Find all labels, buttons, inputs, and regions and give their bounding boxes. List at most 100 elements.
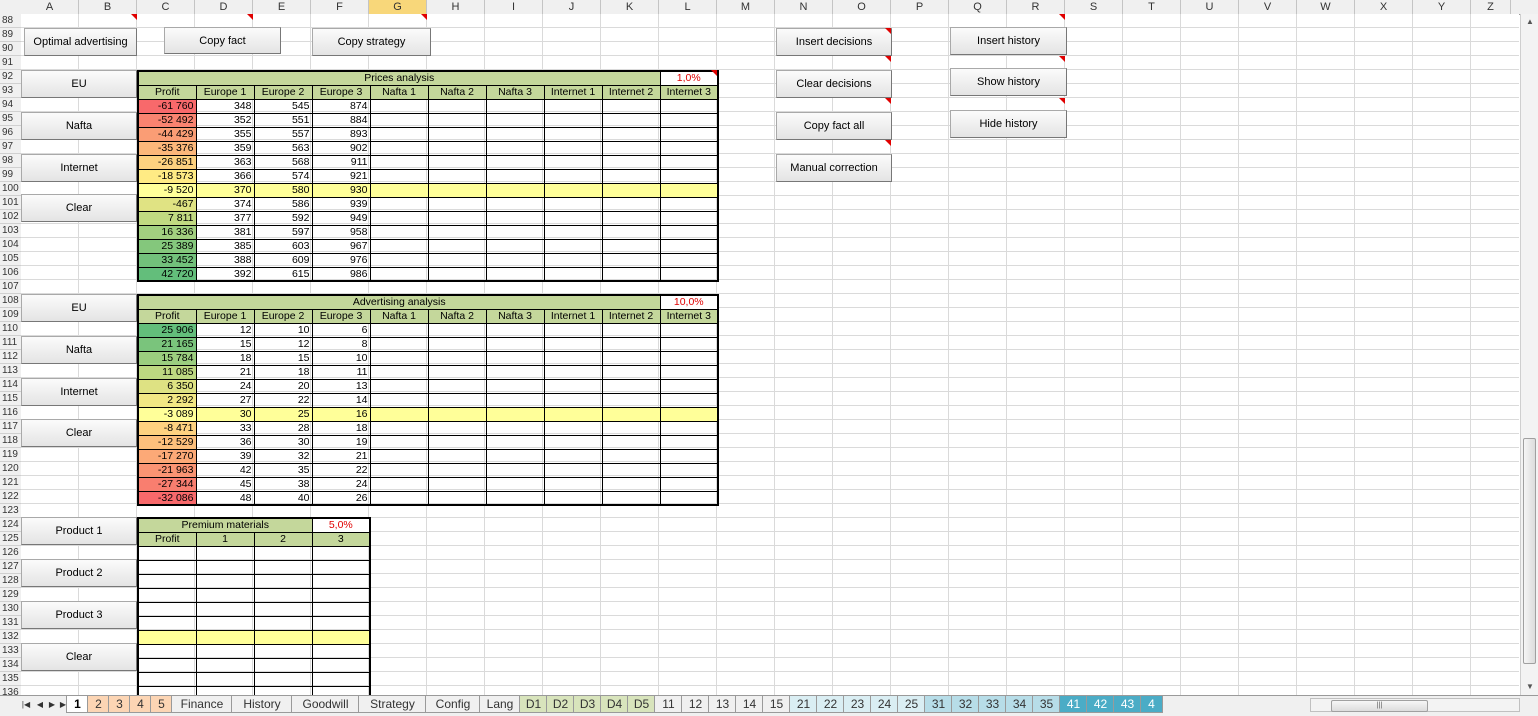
profit-cell[interactable] bbox=[137, 657, 197, 673]
value-cell[interactable]: 586 bbox=[253, 196, 313, 212]
horizontal-scrollbar[interactable]: ||| bbox=[1310, 698, 1520, 712]
value-cell[interactable] bbox=[601, 98, 661, 114]
row-header[interactable]: 134 bbox=[0, 658, 21, 672]
sheet-tab-33[interactable]: 33 bbox=[978, 696, 1007, 713]
value-cell[interactable] bbox=[195, 559, 255, 575]
value-cell[interactable] bbox=[195, 629, 255, 645]
value-cell[interactable]: 976 bbox=[311, 252, 371, 268]
value-cell[interactable]: 35 bbox=[253, 462, 313, 478]
value-cell[interactable]: 603 bbox=[253, 238, 313, 254]
profit-cell[interactable] bbox=[137, 615, 197, 631]
sheet-tab-41[interactable]: 41 bbox=[1059, 696, 1088, 713]
percent-step[interactable]: 10,0% bbox=[659, 294, 719, 310]
profit-cell[interactable]: -9 520 bbox=[137, 182, 197, 198]
column-header-s[interactable]: S bbox=[1065, 0, 1123, 14]
value-cell[interactable] bbox=[543, 322, 603, 338]
column-header-v[interactable]: V bbox=[1239, 0, 1297, 14]
row-header[interactable]: 115 bbox=[0, 392, 21, 406]
sheet-tab-11[interactable]: 11 bbox=[654, 696, 683, 713]
profit-cell[interactable] bbox=[137, 671, 197, 687]
value-cell[interactable] bbox=[485, 238, 545, 254]
value-cell[interactable] bbox=[659, 238, 719, 254]
profit-cell[interactable] bbox=[137, 545, 197, 561]
value-cell[interactable] bbox=[427, 98, 487, 114]
value-cell[interactable] bbox=[659, 112, 719, 128]
value-cell[interactable]: 39 bbox=[195, 448, 255, 464]
sheet-tab-21[interactable]: 21 bbox=[789, 696, 818, 713]
value-cell[interactable] bbox=[427, 392, 487, 408]
value-cell[interactable]: 8 bbox=[311, 336, 371, 352]
value-cell[interactable] bbox=[253, 629, 313, 645]
value-cell[interactable] bbox=[253, 615, 313, 631]
column-header-r[interactable]: R bbox=[1007, 0, 1065, 14]
value-cell[interactable]: 392 bbox=[195, 266, 255, 282]
profit-cell[interactable] bbox=[137, 601, 197, 617]
value-cell[interactable] bbox=[427, 336, 487, 352]
profit-cell[interactable]: 2 292 bbox=[137, 392, 197, 408]
column-header-j[interactable]: J bbox=[543, 0, 601, 14]
value-cell[interactable] bbox=[253, 671, 313, 687]
value-cell[interactable] bbox=[659, 420, 719, 436]
value-cell[interactable] bbox=[485, 98, 545, 114]
prices-internet-button[interactable]: Internet bbox=[21, 154, 137, 182]
value-cell[interactable] bbox=[427, 378, 487, 394]
value-cell[interactable] bbox=[659, 378, 719, 394]
sheet-tab-d5[interactable]: D5 bbox=[627, 696, 656, 713]
sheet-tab-12[interactable]: 12 bbox=[681, 696, 710, 713]
value-cell[interactable] bbox=[369, 364, 429, 380]
value-cell[interactable] bbox=[543, 196, 603, 212]
sheet-tab-23[interactable]: 23 bbox=[843, 696, 872, 713]
value-cell[interactable]: 388 bbox=[195, 252, 255, 268]
value-cell[interactable] bbox=[311, 671, 371, 687]
value-cell[interactable] bbox=[601, 154, 661, 170]
profit-cell[interactable]: -467 bbox=[137, 196, 197, 212]
value-cell[interactable] bbox=[253, 685, 313, 695]
sheet-tab-13[interactable]: 13 bbox=[708, 696, 737, 713]
value-cell[interactable] bbox=[195, 643, 255, 659]
value-cell[interactable]: 359 bbox=[195, 140, 255, 156]
value-cell[interactable] bbox=[369, 168, 429, 184]
column-header-u[interactable]: U bbox=[1181, 0, 1239, 14]
value-cell[interactable] bbox=[485, 196, 545, 212]
value-cell[interactable] bbox=[543, 476, 603, 492]
value-cell[interactable]: 12 bbox=[195, 322, 255, 338]
sheet-tab-finance[interactable]: Finance bbox=[171, 696, 233, 713]
percent-step[interactable]: 5,0% bbox=[311, 517, 371, 533]
advertising-eu-button[interactable]: EU bbox=[21, 294, 137, 322]
value-cell[interactable] bbox=[427, 448, 487, 464]
value-cell[interactable] bbox=[369, 378, 429, 394]
value-cell[interactable] bbox=[601, 168, 661, 184]
product-2-button[interactable]: Product 2 bbox=[21, 559, 137, 587]
value-cell[interactable] bbox=[543, 490, 603, 506]
value-cell[interactable]: 958 bbox=[311, 224, 371, 240]
sheet-tab-1[interactable]: 1 bbox=[66, 696, 89, 713]
row-header[interactable]: 98 bbox=[0, 154, 21, 168]
copy-fact-button[interactable]: Copy fact bbox=[164, 27, 281, 54]
value-cell[interactable] bbox=[427, 112, 487, 128]
value-cell[interactable]: 22 bbox=[311, 462, 371, 478]
value-cell[interactable] bbox=[601, 210, 661, 226]
value-cell[interactable]: 967 bbox=[311, 238, 371, 254]
value-cell[interactable] bbox=[543, 252, 603, 268]
clear-decisions-button[interactable]: Clear decisions bbox=[776, 70, 892, 98]
row-header[interactable]: 128 bbox=[0, 574, 21, 588]
value-cell[interactable] bbox=[195, 587, 255, 603]
row-header[interactable]: 131 bbox=[0, 616, 21, 630]
sheet-tab-config[interactable]: Config bbox=[425, 696, 481, 713]
row-header[interactable]: 136 bbox=[0, 686, 21, 695]
value-cell[interactable] bbox=[311, 559, 371, 575]
sheet-tab-lang[interactable]: Lang bbox=[479, 696, 521, 713]
value-cell[interactable] bbox=[485, 168, 545, 184]
value-cell[interactable] bbox=[543, 112, 603, 128]
sheet-tab-4[interactable]: 4 bbox=[129, 696, 152, 713]
value-cell[interactable] bbox=[543, 154, 603, 170]
manual-correction-button[interactable]: Manual correction bbox=[776, 154, 892, 182]
value-cell[interactable] bbox=[369, 238, 429, 254]
sheet-tab-d4[interactable]: D4 bbox=[600, 696, 629, 713]
value-cell[interactable] bbox=[659, 406, 719, 422]
value-cell[interactable] bbox=[601, 126, 661, 142]
row-header[interactable]: 95 bbox=[0, 112, 21, 126]
value-cell[interactable] bbox=[659, 476, 719, 492]
show-history-button[interactable]: Show history bbox=[950, 68, 1067, 96]
value-cell[interactable] bbox=[601, 112, 661, 128]
